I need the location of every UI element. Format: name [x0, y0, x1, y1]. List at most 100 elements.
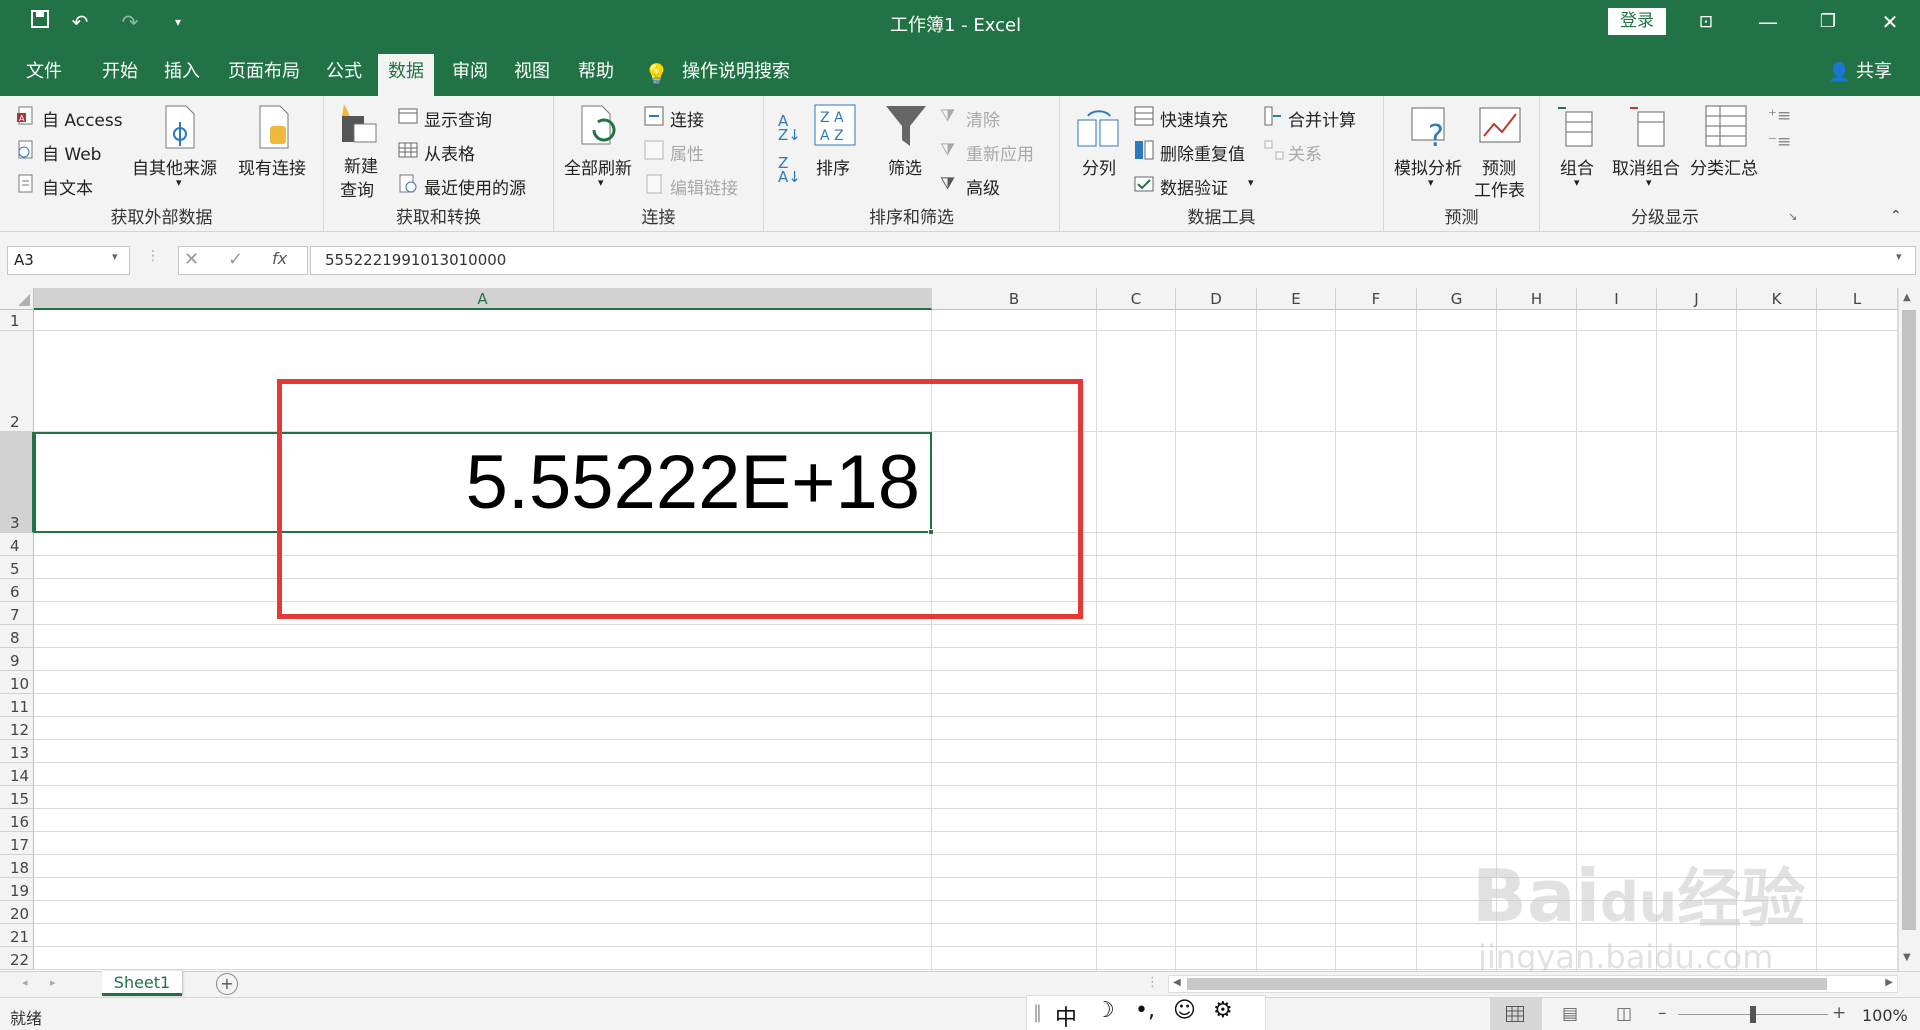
scroll-left-icon[interactable]: ◀ — [1173, 977, 1181, 988]
from-text-button[interactable]: 自文本 — [42, 174, 93, 199]
undo-icon[interactable]: ↶ — [60, 6, 100, 38]
connections-button[interactable]: 连接 — [670, 106, 704, 131]
row-header-1[interactable]: 1 — [0, 310, 34, 331]
split-handle-icon[interactable]: ⋮ — [1146, 975, 1159, 990]
dialog-launcher-icon[interactable]: ↘ — [1788, 210, 1797, 223]
collapse-ribbon-icon[interactable]: ⌃ — [1890, 208, 1902, 224]
share-button[interactable]: 共享 — [1846, 54, 1902, 96]
column-header-d[interactable]: D — [1176, 288, 1257, 310]
clear-button[interactable]: 清除 — [966, 106, 1000, 131]
text-to-columns-button[interactable]: 分列 — [1082, 154, 1116, 179]
sort-az-icon[interactable]: A Z↓ — [778, 114, 801, 143]
prev-sheet-icon[interactable]: ◂ — [22, 976, 28, 989]
sort-button[interactable]: 排序 — [816, 154, 850, 179]
existing-connections-button[interactable]: 现有连接 — [238, 154, 306, 179]
tab-file[interactable]: 文件 — [16, 54, 72, 96]
select-all-corner[interactable] — [0, 288, 34, 310]
row-header-15[interactable]: 15 — [0, 786, 34, 809]
tab-insert[interactable]: 插入 — [154, 54, 210, 96]
scroll-thumb[interactable] — [1902, 310, 1916, 930]
tab-page-layout[interactable]: 页面布局 — [218, 54, 310, 96]
forecast-sheet-label-2[interactable]: 工作表 — [1474, 176, 1525, 201]
zoom-level[interactable]: 100% — [1862, 1006, 1908, 1025]
new-query-label-1[interactable]: 新建 — [344, 152, 378, 177]
column-header-a[interactable]: A — [34, 288, 932, 310]
row-header-17[interactable]: 17 — [0, 832, 34, 855]
next-sheet-icon[interactable]: ▸ — [50, 976, 56, 989]
column-header-i[interactable]: I — [1577, 288, 1657, 310]
zoom-slider-thumb[interactable] — [1750, 1006, 1756, 1023]
from-table-button[interactable]: 从表格 — [424, 140, 475, 165]
cancel-icon[interactable]: ✕ — [184, 249, 199, 270]
horizontal-scrollbar[interactable]: ◀ ▶ — [1168, 975, 1898, 993]
from-other-sources-button[interactable]: 自其他来源 — [132, 154, 217, 179]
row-header-20[interactable]: 20 — [0, 901, 34, 924]
remove-duplicates-button[interactable]: 删除重复值 — [1160, 140, 1245, 165]
column-header-j[interactable]: J — [1657, 288, 1737, 310]
column-header-b[interactable]: B — [932, 288, 1097, 310]
recent-sources-button[interactable]: 最近使用的源 — [424, 174, 526, 199]
formula-input[interactable]: 5552221991013010000 — [310, 246, 1916, 275]
row-header-16[interactable]: 16 — [0, 809, 34, 832]
tab-help[interactable]: 帮助 — [568, 54, 624, 96]
data-validation-button[interactable]: 数据验证 — [1160, 174, 1228, 199]
column-header-f[interactable]: F — [1336, 288, 1417, 310]
new-query-label-2[interactable]: 查询 — [340, 176, 374, 201]
row-header-4[interactable]: 4 — [0, 533, 34, 556]
properties-button[interactable]: 属性 — [670, 140, 704, 165]
scroll-up-icon[interactable]: ▲ — [1903, 292, 1911, 303]
show-detail-icon[interactable]: ⁺≡ — [1768, 106, 1791, 126]
zoom-out-icon[interactable]: – — [1658, 1003, 1667, 1023]
tab-view[interactable]: 视图 — [504, 54, 560, 96]
tab-formulas[interactable]: 公式 — [316, 54, 372, 96]
column-header-h[interactable]: H — [1497, 288, 1577, 310]
row-header-21[interactable]: 21 — [0, 924, 34, 947]
emoji-icon[interactable]: ☺ — [1173, 998, 1196, 1023]
row-header-2[interactable]: 2 — [0, 331, 34, 432]
tab-data[interactable]: 数据 — [378, 54, 434, 96]
consolidate-button[interactable]: 合并计算 — [1288, 106, 1356, 131]
column-header-c[interactable]: C — [1097, 288, 1176, 310]
column-header-g[interactable]: G — [1417, 288, 1497, 310]
column-header-e[interactable]: E — [1257, 288, 1336, 310]
tell-me-search[interactable]: 操作说明搜索 — [672, 54, 800, 96]
edit-links-button[interactable]: 编辑链接 — [670, 174, 738, 199]
login-button[interactable]: 登录 — [1608, 8, 1666, 35]
chevron-down-icon[interactable]: ▾ — [112, 250, 118, 263]
show-queries-button[interactable]: 显示查询 — [424, 106, 492, 131]
redo-icon[interactable]: ↷ — [110, 6, 150, 38]
restore-icon[interactable]: ❐ — [1808, 6, 1848, 38]
close-icon[interactable]: ✕ — [1870, 6, 1910, 38]
from-access-button[interactable]: 自 Access — [42, 106, 123, 131]
scroll-down-icon[interactable]: ▼ — [1903, 952, 1911, 963]
normal-view-icon[interactable] — [1490, 998, 1542, 1030]
worksheet-grid[interactable]: ABCDEFGHIJKL 1 2 3 4 5 6 7 8 9 10 11 12 13 14 15 16 17 18… — [0, 288, 1920, 976]
ime-mode[interactable]: 中 — [1055, 1000, 1077, 1030]
row-header-12[interactable]: 12 — [0, 717, 34, 740]
subtotal-button[interactable]: 分类汇总 — [1690, 154, 1758, 179]
settings-gear-icon[interactable]: ⚙ — [1213, 998, 1233, 1023]
row-header-14[interactable]: 14 — [0, 763, 34, 786]
hide-detail-icon[interactable]: ⁻≡ — [1768, 132, 1791, 152]
half-width-icon[interactable]: ☽ — [1095, 998, 1115, 1023]
add-sheet-icon[interactable]: + — [216, 973, 238, 995]
row-header-13[interactable]: 13 — [0, 740, 34, 763]
row-header-8[interactable]: 8 — [0, 625, 34, 648]
insert-function-icon[interactable]: fx — [272, 249, 287, 268]
scroll-right-icon[interactable]: ▶ — [1885, 977, 1893, 988]
row-header-10[interactable]: 10 — [0, 671, 34, 694]
sort-za-icon[interactable]: Z A↓ — [778, 156, 801, 185]
tab-home[interactable]: 开始 — [92, 54, 148, 96]
row-header-9[interactable]: 9 — [0, 648, 34, 671]
h-scroll-thumb[interactable] — [1187, 978, 1827, 990]
tab-review[interactable]: 审阅 — [442, 54, 498, 96]
reapply-button[interactable]: 重新应用 — [966, 140, 1034, 165]
save-icon[interactable] — [20, 6, 60, 38]
column-header-k[interactable]: K — [1737, 288, 1817, 310]
from-web-button[interactable]: 自 Web — [42, 140, 101, 165]
expand-formula-icon[interactable]: ▾ — [1896, 250, 1902, 263]
row-header-22[interactable]: 22 — [0, 947, 34, 970]
page-break-view-icon[interactable]: ◫ — [1616, 1004, 1632, 1024]
ribbon-display-icon[interactable]: ⊡ — [1686, 6, 1726, 38]
row-header-11[interactable]: 11 — [0, 694, 34, 717]
